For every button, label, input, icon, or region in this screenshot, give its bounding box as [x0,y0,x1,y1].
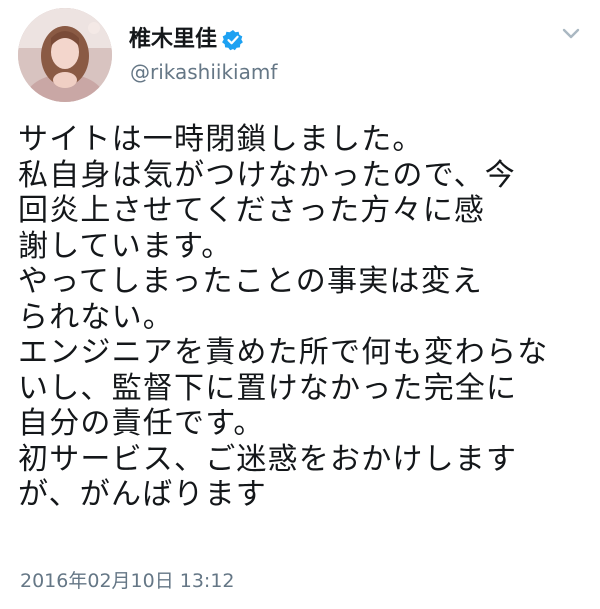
tweet-text-line: サイトは一時閉鎖しました。 [18,122,424,157]
display-name[interactable]: 椎木里佳 [129,26,217,54]
tweet-timestamp[interactable]: 2016年02月10日 13:12 [20,569,235,593]
tweet-text-line: 回炎上させてくださった方々に感 [18,193,486,228]
chevron-down-icon [562,28,580,39]
tweet-card: 椎木里佳 @rikashiikiamf サイトは一時閉鎖しました。 私自身は気が… [0,0,600,609]
tweet-text-line: やってしまったことの事実は変え [18,264,483,299]
tweet-text-line: られない。 [18,299,174,335]
user-handle[interactable]: @rikashiikiamf [130,59,277,85]
verified-badge-icon [222,30,243,51]
tweet-text-line: いし、監督下に置けなかった完全に [18,370,518,406]
tweet-menu-button[interactable] [556,22,586,46]
tweet-text-line: 自分の責任です。 [18,406,265,441]
tweet-text: サイトは一時閉鎖しました。 私自身は気がつけなかったので、今 回炎上させてくださ… [18,122,588,513]
avatar-photo [18,8,112,102]
tweet-text-line: が、がんばります [18,477,267,512]
tweet-text-line: 謝しています。 [18,228,233,264]
tweet-text-line: エンジニアを責めた所で何も変わらな [18,335,549,370]
tweet-text-line: 初サービス、ご迷惑をおかけします [18,441,518,477]
avatar[interactable] [18,8,112,102]
tweet-text-line: 私自身は気がつけなかったので、今 [18,157,516,193]
